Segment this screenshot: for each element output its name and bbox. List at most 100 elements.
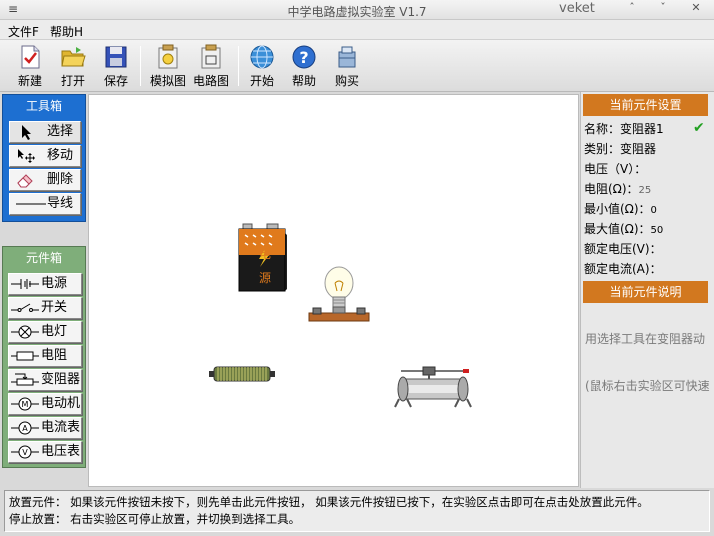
prop-name-value[interactable]: 变阻器1 [620, 122, 664, 136]
prop-resistance-value[interactable]: 25 [639, 185, 652, 196]
component-voltmeter[interactable]: V 电压表 [8, 441, 82, 463]
settings-header: 当前元件设置 [583, 94, 708, 116]
menu-help[interactable]: 帮助H [50, 23, 83, 40]
prop-rated-voltage: 额定电压(V)： [584, 240, 662, 257]
open-label: 打开 [60, 74, 85, 88]
rheostat-icon [394, 366, 472, 408]
new-file-icon [21, 45, 40, 69]
tool-wire[interactable]: 导线 [9, 193, 81, 215]
rheostat-symbol-icon [11, 373, 39, 386]
prop-min-value[interactable]: 0 [651, 205, 657, 216]
prop-voltage: 电压（V）： [584, 160, 646, 177]
help-question-icon: ? [292, 45, 316, 69]
floppy-disk-icon [105, 46, 127, 68]
component-motor-label: 电动机 [41, 396, 81, 411]
circuit-view-label: 电路图 [192, 74, 229, 88]
buy-label: 购买 [334, 74, 359, 88]
status-line-1: 放置元件： 如果该元件按钮未按下，则先单击此元件按钮， 如果该元件按钮已按下，在… [9, 495, 649, 509]
tool-select-label: 选择 [47, 124, 74, 139]
component-lamp-label: 电灯 [41, 324, 68, 339]
component-rheostat-label: 变阻器 [41, 372, 81, 387]
component-power-label: 电源 [41, 276, 68, 291]
prop-rated-current-label: 额定电流(A)： [584, 262, 662, 276]
prop-max: 最大值(Ω)：50 [584, 220, 663, 237]
veket-brand: veket [559, 1, 595, 16]
resistor-symbol-icon [11, 351, 39, 361]
light-bulb-icon [308, 266, 370, 322]
tool-delete-label: 删除 [47, 172, 74, 187]
experiment-canvas[interactable]: 电 源 [88, 94, 579, 487]
component-resistor-label: 电阻 [41, 348, 68, 363]
toolbox: 工具箱 选择 移动 删除 导线 [2, 94, 86, 222]
svg-text:M: M [22, 400, 29, 409]
wire-icon [16, 203, 46, 205]
save-label: 保存 [103, 74, 128, 88]
prop-resistance: 电阻(Ω)：25 [584, 180, 651, 197]
menu-file[interactable]: 文件F [8, 23, 39, 40]
prop-min-label: 最小值(Ω)： [584, 202, 651, 216]
prop-rated-voltage-label: 额定电压(V)： [584, 242, 662, 256]
minimize-button[interactable]: ˆ [624, 1, 640, 14]
component-ammeter-label: 电流表 [41, 420, 81, 435]
start-button[interactable]: 开始 [242, 44, 282, 90]
description-line-1: 用选择工具在变阻器动 [585, 332, 706, 346]
svg-text:A: A [22, 424, 28, 433]
lamp-component[interactable] [307, 265, 371, 325]
open-button[interactable]: 打开 [53, 44, 93, 90]
tool-move[interactable]: 移动 [9, 145, 81, 167]
simulation-diagram-icon [158, 44, 178, 69]
component-resistor[interactable]: 电阻 [8, 345, 82, 367]
rheostat-component[interactable] [393, 365, 473, 409]
maximize-button[interactable]: ˇ [655, 1, 671, 14]
prop-voltage-label: 电压（V）： [584, 162, 647, 176]
tool-wire-label: 导线 [47, 196, 74, 211]
folder-open-icon [61, 47, 86, 67]
battery-component[interactable]: 电 源 [237, 221, 289, 293]
tool-delete[interactable]: 删除 [9, 169, 81, 191]
component-lamp[interactable]: 电灯 [8, 321, 82, 343]
component-rheostat[interactable]: 变阻器 [8, 369, 82, 391]
start-globe-icon [250, 45, 274, 69]
circuit-view-button[interactable]: 电路图 [191, 44, 231, 90]
component-power[interactable]: 电源 [8, 273, 82, 295]
component-box-title: 元件箱 [25, 251, 62, 265]
simulation-view-button[interactable]: 模拟图 [148, 44, 188, 90]
buy-box-icon [338, 46, 356, 68]
prop-type: 类别：变阻器 [584, 140, 656, 157]
toolbox-title: 工具箱 [25, 99, 62, 113]
new-label: 新建 [17, 74, 42, 88]
prop-type-label: 类别： [584, 142, 621, 156]
title-bar: ≡ 中学电路虚拟实验室 V1.7 veket ˆ ˇ ✕ [0, 0, 714, 20]
switch-symbol-icon [11, 303, 39, 312]
new-button[interactable]: 新建 [10, 44, 50, 90]
svg-text:V: V [22, 448, 28, 457]
toolbar-separator [140, 46, 141, 86]
circuit-diagram-icon [201, 44, 221, 69]
close-button[interactable]: ✕ [688, 1, 704, 14]
motor-symbol-icon: M [11, 397, 39, 411]
window-title: 中学电路虚拟实验室 V1.7 [287, 5, 427, 19]
simulation-view-label: 模拟图 [149, 74, 186, 88]
checkmark-icon: ✔ [693, 120, 705, 136]
tool-select[interactable]: 选择 [9, 121, 81, 143]
tool-move-label: 移动 [47, 148, 74, 163]
prop-name: 名称：变阻器1 [584, 120, 664, 137]
left-panel: 工具箱 选择 移动 删除 导线 元件箱 电源 开关 电灯 电阻 变阻器 M 电动… [0, 92, 88, 488]
component-switch[interactable]: 开关 [8, 297, 82, 319]
component-motor[interactable]: M 电动机 [8, 393, 82, 415]
battery-symbol-icon [11, 279, 39, 289]
prop-max-value[interactable]: 50 [651, 225, 664, 236]
prop-name-label: 名称： [584, 122, 621, 136]
lamp-symbol-icon [11, 325, 39, 339]
save-button[interactable]: 保存 [96, 44, 136, 90]
voltmeter-symbol-icon: V [11, 445, 39, 459]
description-header: 当前元件说明 [583, 281, 708, 303]
start-label: 开始 [249, 74, 274, 88]
help-button[interactable]: ? 帮助 [284, 44, 324, 90]
buy-button[interactable]: 购买 [327, 44, 367, 90]
prop-max-label: 最大值(Ω)： [584, 222, 651, 236]
status-bar: 放置元件： 如果该元件按钮未按下，则先单击此元件按钮， 如果该元件按钮已按下，在… [4, 490, 710, 532]
component-ammeter[interactable]: A 电流表 [8, 417, 82, 439]
status-line-2: 停止放置： 右击实验区可停止放置，并切换到选择工具。 [9, 512, 301, 526]
resistor-component[interactable] [209, 363, 275, 385]
